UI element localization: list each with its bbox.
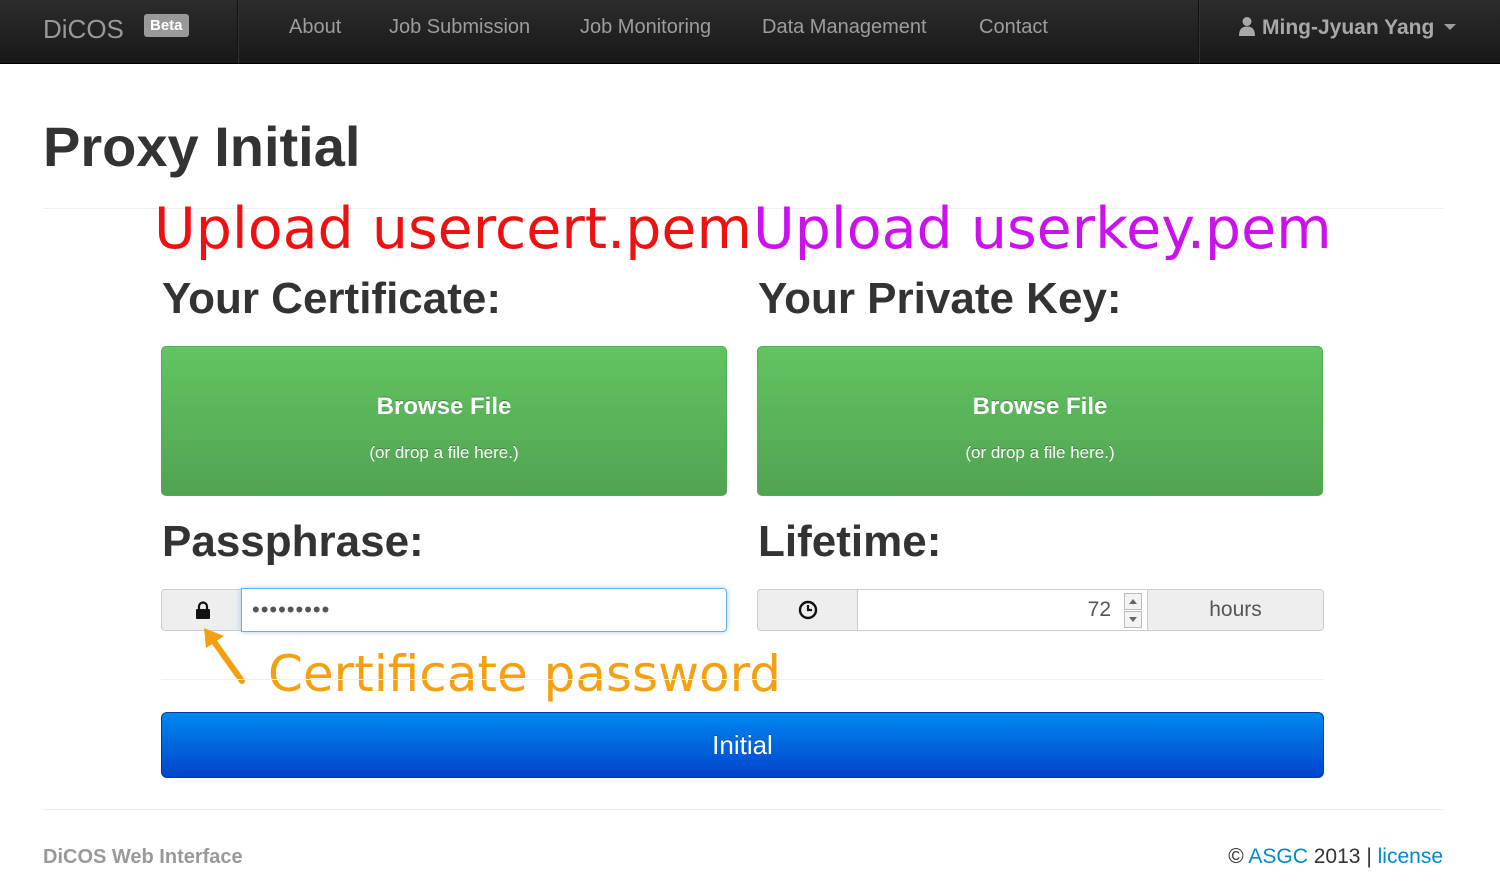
passphrase-label: Passphrase: [162, 517, 424, 566]
nav-data-management[interactable]: Data Management [762, 16, 927, 39]
lifetime-value[interactable]: 72 [1088, 598, 1111, 622]
nav-divider [1198, 0, 1200, 63]
nav-divider [237, 0, 239, 63]
footer-copyright: © ASGC 2013 | license [1228, 845, 1443, 869]
private-key-label: Your Private Key: [758, 274, 1122, 323]
annotation-upload-key: Upload userkey.pem [753, 196, 1332, 262]
lifetime-unit-label: hours [1209, 598, 1262, 621]
spinner-up-icon[interactable] [1124, 593, 1142, 610]
certificate-label: Your Certificate: [162, 274, 502, 323]
brand-name[interactable]: DiCOS [43, 14, 124, 44]
clock-icon [798, 600, 818, 620]
footer-title: DiCOS Web Interface [43, 846, 243, 868]
nav-contact[interactable]: Contact [979, 16, 1048, 39]
private-key-dropzone[interactable]: Browse File (or drop a file here.) [757, 346, 1323, 496]
nav-job-submission[interactable]: Job Submission [389, 16, 530, 39]
copyright-symbol: © [1228, 845, 1244, 868]
private-key-drop-hint: (or drop a file here.) [965, 443, 1115, 462]
nav-about[interactable]: About [289, 16, 341, 39]
private-key-browse-label[interactable]: Browse File [758, 393, 1322, 421]
lifetime-label: Lifetime: [758, 517, 942, 566]
beta-badge: Beta [144, 14, 189, 37]
page-title: Proxy Initial [43, 115, 361, 178]
annotation-certificate-password: Certificate password [268, 645, 781, 703]
lifetime-addon [757, 589, 858, 631]
asgc-link[interactable]: ASGC [1248, 845, 1308, 868]
nav-job-monitoring[interactable]: Job Monitoring [580, 16, 711, 39]
passphrase-input[interactable] [241, 588, 727, 632]
divider [161, 679, 1324, 680]
certificate-browse-label[interactable]: Browse File [162, 393, 726, 421]
license-link[interactable]: license [1378, 845, 1443, 868]
navbar: DiCOS Beta About Job Submission Job Moni… [0, 0, 1500, 64]
lock-icon [195, 600, 210, 619]
lifetime-input[interactable]: 72 [857, 589, 1148, 631]
certificate-dropzone[interactable]: Browse File (or drop a file here.) [161, 346, 727, 496]
certificate-drop-hint: (or drop a file here.) [369, 443, 519, 462]
divider [43, 809, 1444, 810]
passphrase-addon [161, 589, 243, 631]
brand[interactable]: DiCOS Beta [43, 14, 189, 45]
spinner-down-icon[interactable] [1124, 611, 1142, 628]
user-menu[interactable]: Ming-Jyuan Yang [1238, 16, 1457, 40]
chevron-down-icon[interactable] [1444, 24, 1457, 30]
annotation-upload-cert: Upload usercert.pem [154, 196, 752, 262]
lifetime-unit: hours [1147, 589, 1324, 631]
footer-year: 2013 [1313, 845, 1361, 868]
user-icon [1239, 17, 1255, 36]
user-name[interactable]: Ming-Jyuan Yang [1262, 16, 1434, 39]
arrow-icon [204, 628, 245, 684]
footer-separator: | [1366, 845, 1372, 868]
initial-button[interactable]: Initial [161, 712, 1324, 778]
